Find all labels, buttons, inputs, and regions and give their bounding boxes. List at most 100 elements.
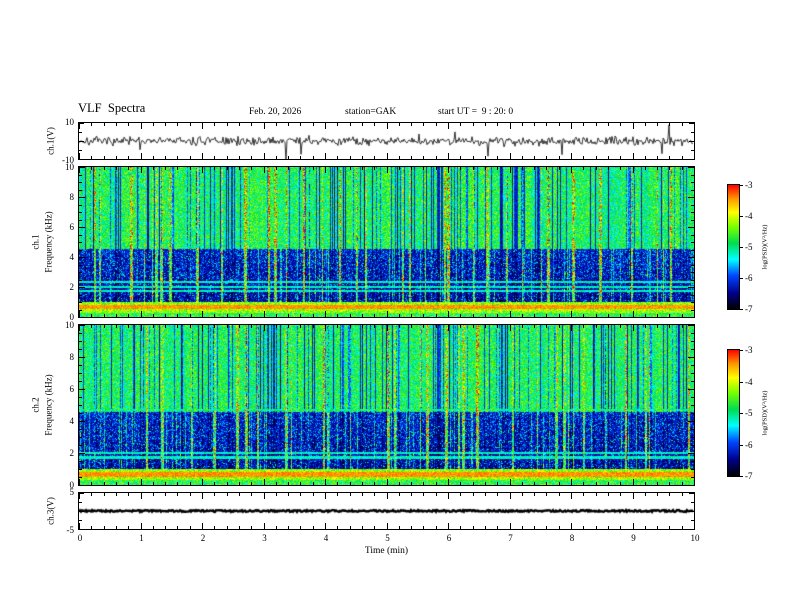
axis-tick [214, 526, 215, 529]
axis-tick [91, 526, 92, 529]
axis-tick [325, 479, 326, 485]
x-tick-label: 2 [200, 533, 206, 543]
header-start-ut: start UT = 9 : 20: 0 [438, 107, 514, 117]
axis-tick [682, 493, 683, 496]
axis-tick [399, 167, 400, 170]
axis-tick [522, 167, 523, 170]
axis-tick [583, 325, 584, 328]
axis-tick [688, 453, 694, 454]
axis-tick [79, 511, 84, 512]
axis-tick [411, 167, 412, 170]
axis-tick [691, 349, 694, 350]
axis-tick [571, 325, 572, 331]
axis-tick [264, 153, 265, 159]
x-tick-label: 5 [385, 533, 390, 543]
colorbar2-unit-label: log(PSD)(V²/Hz) [761, 390, 769, 436]
ylabel-spec1-channel: ch.1 [30, 234, 41, 250]
axis-tick [104, 493, 105, 496]
axis-tick [583, 314, 584, 317]
axis-tick [165, 123, 166, 126]
axis-tick [546, 167, 547, 170]
axis-tick [350, 325, 351, 328]
axis-tick [190, 123, 191, 126]
axis-tick [227, 526, 228, 529]
spec2-y-tick-label: 8 [69, 352, 75, 362]
axis-tick [79, 493, 84, 494]
axis-tick [583, 493, 584, 496]
axis-tick [276, 156, 277, 159]
axis-tick [251, 526, 252, 529]
axis-tick [411, 156, 412, 159]
colorbar1-tick-label: -7 [745, 304, 753, 314]
axis-tick [79, 341, 82, 342]
axis-tick [362, 314, 363, 317]
axis-tick [313, 526, 314, 529]
axis-tick [571, 123, 572, 129]
axis-tick [374, 314, 375, 317]
axis-tick [264, 311, 265, 317]
axis-tick [691, 182, 694, 183]
axis-tick [411, 314, 412, 317]
axis-tick [608, 314, 609, 317]
axis-tick [633, 311, 634, 317]
axis-tick [596, 156, 597, 159]
axis-tick [227, 123, 228, 126]
colorbar-ch1 [727, 184, 740, 310]
axis-tick [645, 123, 646, 126]
axis-tick [362, 123, 363, 126]
axis-tick [688, 389, 694, 390]
axis-tick [546, 325, 547, 328]
axis-tick [190, 314, 191, 317]
axis-tick [91, 493, 92, 496]
axis-tick [79, 421, 85, 422]
axis-tick [688, 227, 694, 228]
spec1-y-tick-label: 6 [69, 222, 75, 232]
axis-tick [350, 167, 351, 170]
axis-tick [645, 526, 646, 529]
axis-tick [691, 220, 694, 221]
axis-tick [239, 314, 240, 317]
axis-tick [141, 523, 142, 529]
axis-tick [227, 493, 228, 496]
axis-tick [227, 482, 228, 485]
axis-tick [337, 156, 338, 159]
axis-tick [91, 325, 92, 328]
axis-tick [620, 482, 621, 485]
axis-tick [682, 123, 683, 126]
axis-tick [79, 167, 85, 168]
axis-tick [202, 523, 203, 529]
figure-title: VLF Spectra [78, 101, 146, 115]
axis-tick [350, 156, 351, 159]
axis-tick [141, 325, 142, 331]
axis-tick [583, 156, 584, 159]
axis-tick [153, 482, 154, 485]
axis-tick [362, 482, 363, 485]
axis-tick [694, 523, 695, 529]
axis-tick [691, 132, 694, 133]
axis-tick [689, 529, 694, 530]
axis-tick [399, 314, 400, 317]
axis-tick [300, 482, 301, 485]
axis-tick [387, 123, 388, 129]
axis-tick [669, 314, 670, 317]
axis-tick [657, 314, 658, 317]
axis-tick [104, 325, 105, 328]
axis-tick [177, 314, 178, 317]
spec1-y-tick-label: 2 [69, 282, 75, 292]
axis-tick [436, 156, 437, 159]
axis-tick [522, 325, 523, 328]
axis-tick [485, 156, 486, 159]
axis-tick [227, 167, 228, 170]
axis-tick [141, 167, 142, 173]
axis-tick [79, 182, 82, 183]
axis-tick [688, 287, 694, 288]
axis-tick [251, 123, 252, 126]
colorbar2-tick-label: -7 [745, 471, 753, 481]
axis-tick [202, 123, 203, 129]
axis-tick [669, 123, 670, 126]
ch3-ymin-label: -5 [66, 525, 75, 535]
axis-tick [264, 325, 265, 331]
axis-tick [264, 123, 265, 129]
axis-tick [91, 156, 92, 159]
axis-tick [202, 153, 203, 159]
